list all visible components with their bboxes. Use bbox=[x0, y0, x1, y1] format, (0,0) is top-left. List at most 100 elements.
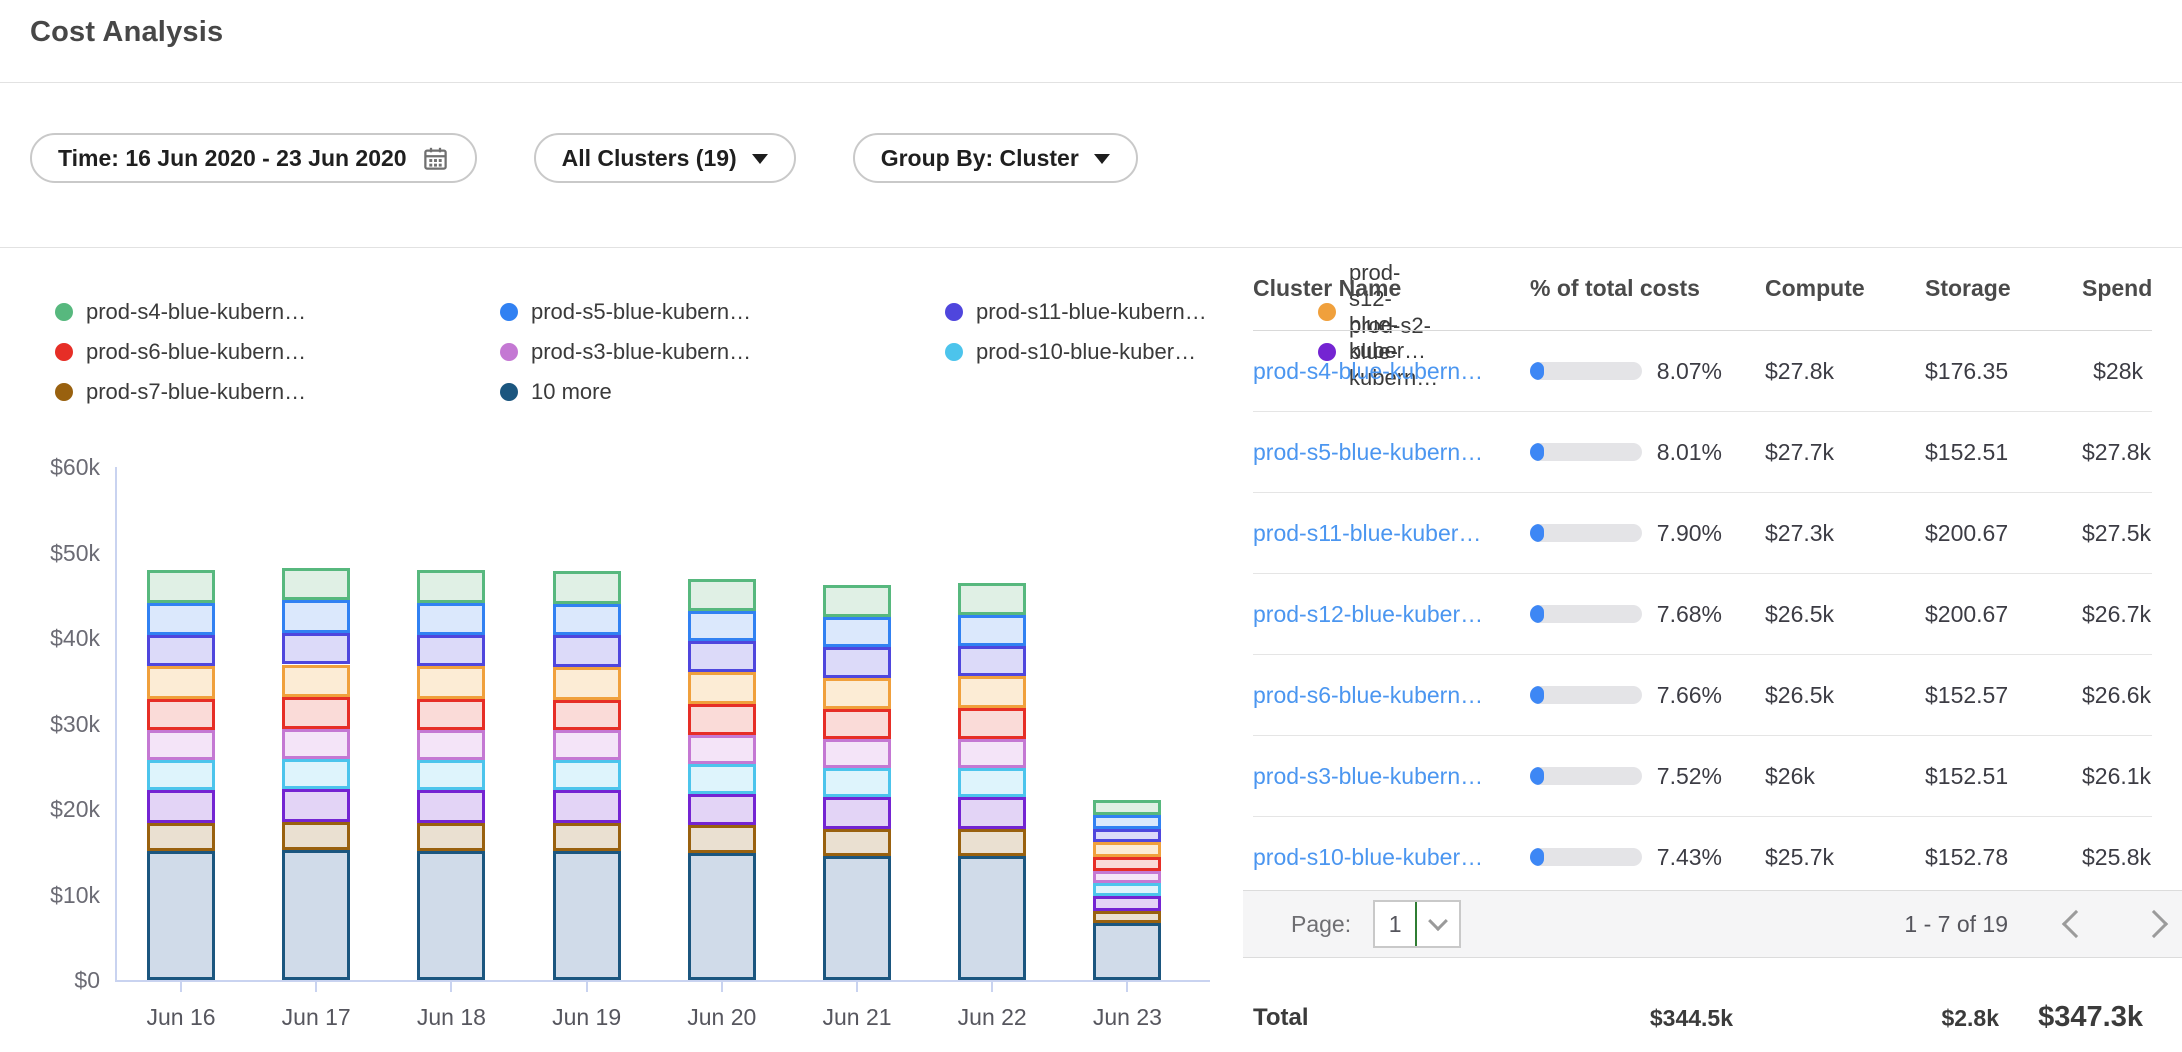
legend-item[interactable]: 10 more bbox=[500, 379, 945, 405]
pct-progress-track bbox=[1530, 605, 1642, 623]
cluster-name-link[interactable]: prod-s11-blue-kuber… bbox=[1253, 520, 1530, 547]
table-row: prod-s12-blue-kuber…7.68%$26.5k$200.67$2… bbox=[1253, 574, 2152, 655]
x-axis-tick-label: Jun 21 bbox=[787, 1004, 927, 1031]
legend-item[interactable]: prod-s5-blue-kubern… bbox=[500, 299, 945, 325]
page-select[interactable]: 1 bbox=[1373, 900, 1461, 948]
pct-value: 7.52% bbox=[1654, 763, 1722, 790]
spend-value: $26.1k bbox=[2082, 763, 2160, 790]
legend-item[interactable]: prod-s3-blue-kubern… bbox=[500, 339, 945, 365]
bar-segment bbox=[823, 678, 891, 709]
pct-of-total-cell: 7.68% bbox=[1530, 601, 1765, 628]
bar-segment bbox=[958, 739, 1026, 768]
legend-item[interactable]: prod-s4-blue-kubern… bbox=[55, 299, 500, 325]
page-title: Cost Analysis bbox=[30, 16, 223, 49]
bar-segment bbox=[553, 851, 621, 980]
bar-segment bbox=[417, 760, 485, 790]
bar-segment bbox=[688, 764, 756, 794]
bar-segment bbox=[958, 646, 1026, 677]
legend-color-dot bbox=[500, 343, 518, 361]
bar-segment bbox=[147, 851, 215, 980]
bar-segment bbox=[958, 708, 1026, 739]
bar-segment bbox=[282, 600, 350, 632]
storage-value: $152.78 bbox=[1925, 844, 2082, 871]
storage-value: $200.67 bbox=[1925, 601, 2082, 628]
x-axis-tick bbox=[586, 982, 588, 992]
x-axis-tick bbox=[991, 982, 993, 992]
pct-progress-fill bbox=[1530, 605, 1544, 623]
pct-of-total-cell: 7.43% bbox=[1530, 844, 1765, 871]
bar-segment bbox=[823, 585, 891, 617]
legend-label: prod-s11-blue-kubern… bbox=[976, 299, 1207, 325]
pct-progress-fill bbox=[1530, 767, 1544, 785]
bar-segment bbox=[688, 794, 756, 826]
bar-segment bbox=[147, 570, 215, 602]
bar-segment bbox=[823, 647, 891, 678]
bar-segment bbox=[417, 851, 485, 980]
pct-progress-track bbox=[1530, 848, 1642, 866]
spend-value: $27.8k bbox=[2082, 439, 2160, 466]
bar-segment bbox=[1093, 883, 1161, 896]
cluster-name-link[interactable]: prod-s6-blue-kubern… bbox=[1253, 682, 1530, 709]
calendar-icon bbox=[422, 145, 449, 172]
column-header-compute: Compute bbox=[1765, 275, 1925, 302]
compute-value: $26k bbox=[1765, 763, 1925, 790]
spend-value: $25.8k bbox=[2082, 844, 2160, 871]
bar-segment bbox=[553, 760, 621, 790]
pagination-controls: 1 - 7 of 19 bbox=[1904, 911, 2164, 938]
pct-progress-track bbox=[1530, 524, 1642, 542]
bar-segment bbox=[147, 699, 215, 731]
cluster-name-link[interactable]: prod-s12-blue-kuber… bbox=[1253, 601, 1530, 628]
bar-segment bbox=[282, 759, 350, 790]
bar-segment bbox=[1093, 857, 1161, 871]
cluster-name-link[interactable]: prod-s4-blue-kubern… bbox=[1253, 358, 1530, 385]
page-number: 1 bbox=[1375, 911, 1415, 938]
cluster-name-link[interactable]: prod-s3-blue-kubern… bbox=[1253, 763, 1530, 790]
bar-segment bbox=[282, 633, 350, 665]
time-range-filter[interactable]: Time: 16 Jun 2020 - 23 Jun 2020 bbox=[30, 133, 477, 183]
compute-value: $25.7k bbox=[1765, 844, 1925, 871]
cluster-name-link[interactable]: prod-s5-blue-kubern… bbox=[1253, 439, 1530, 466]
pct-progress-fill bbox=[1530, 524, 1544, 542]
compute-value: $27.7k bbox=[1765, 439, 1925, 466]
bar-segment bbox=[688, 735, 756, 764]
legend-item[interactable]: prod-s6-blue-kubern… bbox=[55, 339, 500, 365]
bar-segment bbox=[823, 856, 891, 980]
legend-label: prod-s3-blue-kubern… bbox=[531, 339, 751, 365]
bar-segment bbox=[688, 579, 756, 611]
x-axis-tick-label: Jun 22 bbox=[922, 1004, 1062, 1031]
bar-segment bbox=[823, 617, 891, 648]
y-axis-tick-label: $50k bbox=[30, 540, 100, 566]
column-header-pct-of-total: % of total costs bbox=[1530, 275, 1765, 302]
table-body: prod-s4-blue-kubern…8.07%$27.8k$176.35$2… bbox=[1253, 331, 2152, 898]
pagination-bar: Page: 1 1 - 7 of 19 bbox=[1243, 890, 2182, 958]
bar-segment bbox=[1093, 871, 1161, 884]
legend-item[interactable]: prod-s7-blue-kubern… bbox=[55, 379, 500, 405]
cluster-name-link[interactable]: prod-s10-blue-kuber… bbox=[1253, 844, 1530, 871]
clusters-filter-dropdown[interactable]: All Clusters (19) bbox=[534, 133, 796, 183]
previous-page-icon[interactable] bbox=[2062, 910, 2090, 938]
bar-segment bbox=[688, 611, 756, 642]
x-axis-tick bbox=[180, 982, 182, 992]
bar-segment bbox=[417, 570, 485, 602]
pct-progress-fill bbox=[1530, 848, 1544, 866]
y-axis-tick-label: $40k bbox=[30, 625, 100, 651]
x-axis-tick bbox=[315, 982, 317, 992]
next-page-icon[interactable] bbox=[2140, 910, 2168, 938]
group-by-dropdown[interactable]: Group By: Cluster bbox=[853, 133, 1138, 183]
bar-segment bbox=[147, 666, 215, 698]
storage-value: $200.67 bbox=[1925, 520, 2082, 547]
bar-segment bbox=[417, 790, 485, 822]
table-row: prod-s4-blue-kubern…8.07%$27.8k$176.35$2… bbox=[1253, 331, 2152, 412]
column-header-cluster-name: Cluster Name bbox=[1253, 275, 1530, 302]
legend-color-dot bbox=[55, 343, 73, 361]
bar-segment bbox=[823, 797, 891, 829]
pct-of-total-cell: 8.07% bbox=[1530, 358, 1765, 385]
pct-value: 8.07% bbox=[1654, 358, 1722, 385]
bar-segment bbox=[553, 790, 621, 822]
bar-segment bbox=[282, 697, 350, 729]
spend-value: $26.6k bbox=[2082, 682, 2160, 709]
pct-of-total-cell: 7.66% bbox=[1530, 682, 1765, 709]
bar-segment bbox=[282, 789, 350, 821]
bar-segment bbox=[282, 850, 350, 980]
bar-segment bbox=[553, 667, 621, 699]
